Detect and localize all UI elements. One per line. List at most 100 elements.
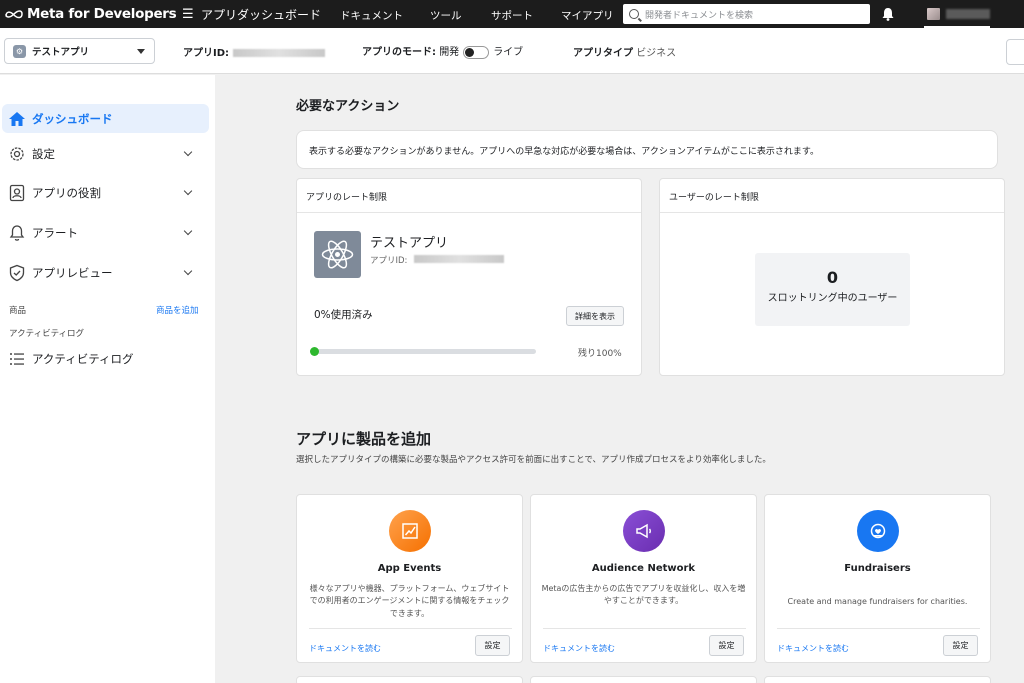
type-label: アプリタイプ [573,48,633,59]
app-id-value-redacted [233,49,326,57]
divider [309,628,512,629]
usage-progress-indicator [310,347,319,356]
sidebar-item-label: ダッシュボード [32,111,113,126]
usage-text: 0%使用済み [314,309,373,321]
app-info-bar: ⚙ テストアプリ アプリID: アプリのモード: 開発 ライブ アプリタイプ ビジ… [0,28,1024,74]
app-gear-icon: ⚙ [13,44,26,58]
caret-down-icon [137,49,145,54]
product-title: App Events [377,563,442,574]
sidebar-item-label: アクティビティログ [32,351,134,366]
meta-logo[interactable]: Meta for Developers [0,6,178,22]
add-product-link[interactable]: 商品を追加 [156,304,199,316]
products-label: 商品 [9,306,27,316]
notice-text: 表示する必要なアクションがありません。アプリへの早急な対応が必要な場合は、アクシ… [309,147,820,157]
app-id-caption: アプリID: [370,256,408,266]
nav-link-docs[interactable]: ドキュメント [340,8,403,23]
product-card-audience-network: Audience Network Metaの広告主からの広告でアプリを収益化し、… [530,494,757,663]
hamburger-menu-icon[interactable]: ☰ [182,7,198,22]
usage-progress-bar [314,349,536,354]
mode-dev-label: 開発 [439,47,460,58]
throttled-label: スロットリング中のユーザー [767,293,898,304]
search-placeholder: 開発者ドキュメントを検索 [645,10,754,21]
nav-link-tools[interactable]: ツール [430,8,462,23]
sidebar-item-label: 設定 [32,146,55,161]
required-actions-title: 必要なアクション [296,99,400,114]
divider [543,628,746,629]
sidebar-item-settings[interactable]: 設定 [2,139,209,168]
mode-label: アプリのモード: [362,47,436,58]
gear-icon [10,146,24,161]
divider [777,628,980,629]
sidebar-item-roles[interactable]: アプリの役割 [2,178,209,207]
setup-button[interactable]: 設定 [709,635,744,656]
view-details-button[interactable]: 詳細を表示 [566,306,624,326]
megaphone-icon [623,510,665,552]
mode-live-label: ライブ [493,47,524,58]
product-title: Fundraisers [844,563,911,574]
product-card-partial [530,676,757,683]
product-title: Audience Network [591,563,696,574]
product-card-fundraisers: Fundraisers Create and manage fundraiser… [764,494,991,663]
read-docs-link[interactable]: ドキュメントを読む [309,643,381,654]
add-products-title: アプリに製品を追加 [296,430,432,448]
read-docs-link[interactable]: ドキュメントを読む [777,643,849,654]
product-desc: Create and manage fundraisers for charit… [787,597,968,606]
app-type: アプリタイプ ビジネス [573,44,676,59]
chevron-down-icon [183,147,193,157]
sidebar-item-app-review[interactable]: アプリレビュー [2,258,209,287]
nav-link-support[interactable]: サポート [491,8,533,23]
meta-infinity-icon [5,10,23,19]
app-name: テストアプリ [370,236,449,251]
app-id-value-redacted [414,255,504,263]
chevron-down-icon [183,226,193,236]
product-desc: Metaの広告主からの広告でアプリを収益化し、収入を増やすことができます。 [541,584,746,606]
sidebar-item-activity-log[interactable]: アクティビティログ [2,344,209,373]
product-card-partial [296,676,523,683]
home-icon [9,111,25,126]
app-id-label: アプリID: [183,48,230,59]
chart-icon [389,510,431,552]
list-icon [10,352,24,365]
sidebar-item-label: アラート [32,225,78,240]
card-header: ユーザーのレート制限 [660,179,1004,213]
user-badge-icon [9,184,25,201]
throttled-users-stat: 0 スロットリング中のユーザー [755,253,910,326]
required-actions-notice: 表示する必要なアクションがありません。アプリへの早急な対応が必要な場合は、アクシ… [296,130,998,169]
chevron-down-icon [183,266,193,276]
product-card-app-events: App Events 様々なアプリや機器、プラットフォーム、ウェブサイトでの利用… [296,494,523,663]
brand-text: Meta for Developers [27,6,177,22]
mode-toggle[interactable] [463,45,490,59]
nav-title[interactable]: アプリダッシュボード [201,6,335,23]
app-id: アプリID: [183,44,326,59]
sidebar: ダッシュボード 設定 アプリの役割 アラート アプリレビュー 商品 商品を追加 … [0,75,215,683]
product-card-partial [764,676,991,683]
user-name-redacted [946,9,990,19]
avatar[interactable] [927,8,940,20]
help-button[interactable] [1006,39,1024,65]
throttled-count: 0 [826,268,839,287]
bell-icon[interactable] [881,7,895,21]
search-input[interactable]: 開発者ドキュメントを検索 [623,4,870,24]
product-desc: 様々なアプリや機器、プラットフォーム、ウェブサイトでの利用者のエンゲージメントに… [309,584,510,618]
nav-link-my-apps[interactable]: マイアプリ [561,8,614,23]
setup-button[interactable]: 設定 [475,635,510,656]
atom-icon [321,240,354,269]
sidebar-item-dashboard[interactable]: ダッシュボード [2,104,209,133]
app-mode: アプリのモード: 開発 ライブ [362,43,523,59]
sidebar-item-label: アプリの役割 [32,185,101,200]
activity-log-label: アクティビティログ [9,329,85,339]
bell-outline-icon [9,224,25,241]
search-icon [629,9,639,19]
type-value: ビジネス [636,48,677,59]
remaining-text: 残り100% [578,349,622,359]
app-icon [314,231,361,278]
card-header: アプリのレート制限 [297,179,641,213]
setup-button[interactable]: 設定 [943,635,978,656]
app-selector-label: テストアプリ [32,47,90,58]
read-docs-link[interactable]: ドキュメントを読む [543,643,615,654]
app-selector[interactable]: ⚙ テストアプリ [4,38,155,64]
sidebar-item-alerts[interactable]: アラート [2,218,209,247]
add-products-desc: 選択したアプリタイプの構築に必要な製品やアクセス許可を前面に出すことで、アプリ作… [296,455,771,465]
chevron-down-icon [183,186,193,196]
top-navigation: Meta for Developers ☰ アプリダッシュボード ドキュメント … [0,0,1024,28]
